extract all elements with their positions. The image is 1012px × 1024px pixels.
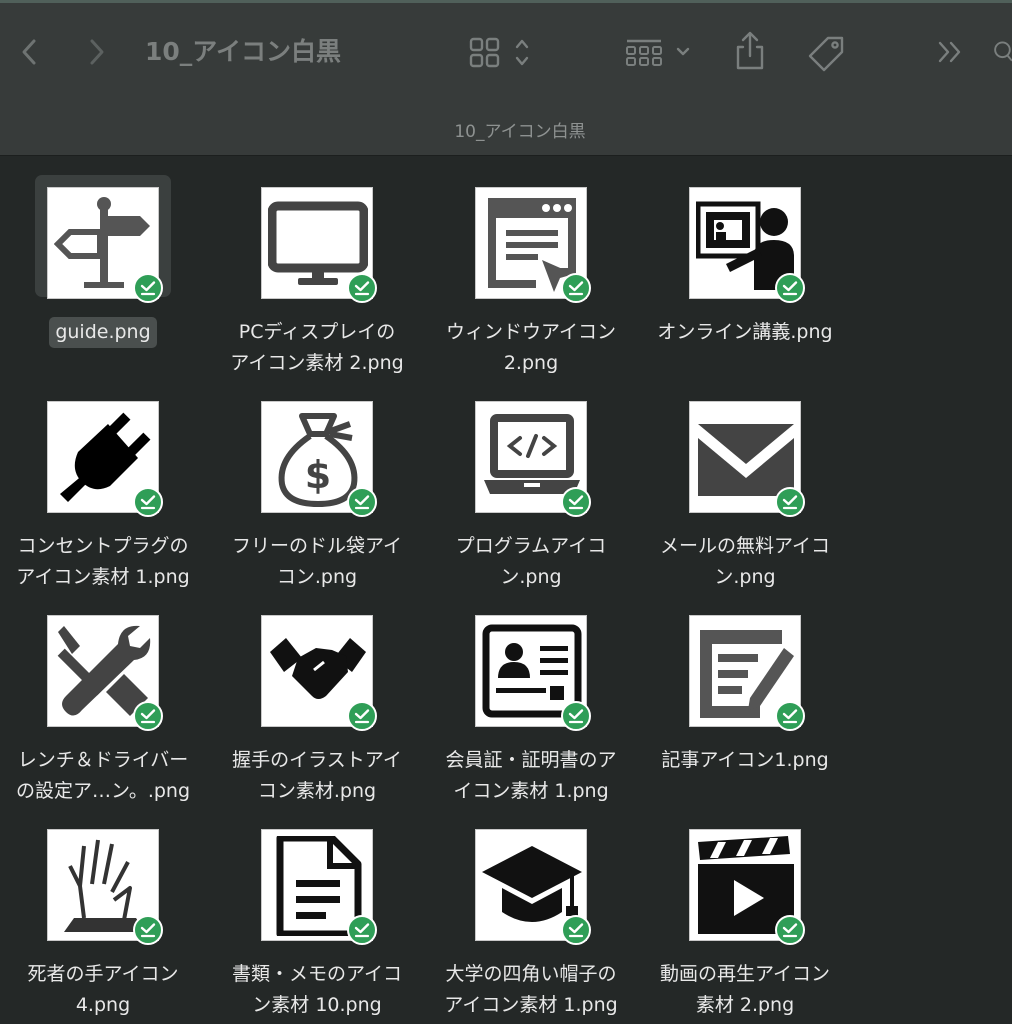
synced-badge-icon	[775, 487, 805, 517]
file-name: オンライン講義.png	[638, 317, 852, 348]
forward-button[interactable]	[82, 34, 112, 70]
file-name: 死者の手アイコン 4.png	[0, 959, 210, 1021]
file-grid: guide.png PCディスプレイの アイコン素材 2.png ウィンドウアイコン 2…	[0, 157, 1012, 1024]
file-name-line1: コンセントプラグの	[17, 535, 189, 557]
file-name: 動画の再生アイコン 素材 2.png	[638, 959, 852, 1021]
file-name-line2: 4.png	[75, 994, 131, 1016]
file-name-line1: 大学の四角い帽子の	[445, 963, 617, 985]
group-by-icon	[626, 39, 690, 66]
search-button[interactable]	[990, 34, 1012, 70]
file-name: 握手のイラストアイ コン素材.png	[210, 745, 424, 807]
file-item[interactable]: オンライン講義.png	[638, 157, 852, 371]
double-chevron-right-icon	[938, 41, 961, 63]
synced-badge-icon	[133, 487, 163, 517]
synced-badge-icon	[347, 273, 377, 303]
file-name: ウィンドウアイコン 2.png	[424, 317, 638, 379]
toolbar: 10_アイコン白黒 10_アイコン白黒	[0, 0, 1012, 156]
window-title: 10_アイコン白黒	[145, 37, 342, 66]
file-name-line2: ン素材 10.png	[252, 994, 382, 1016]
file-name-line1: メールの無料アイコ	[659, 535, 831, 557]
file-item[interactable]: 会員証・証明書のア イコン素材 1.png	[424, 585, 638, 802]
svg-text:$: $	[305, 453, 331, 497]
file-item[interactable]: 死者の手アイコン 4.png	[0, 799, 210, 1016]
path-title: 10_アイコン白黒	[454, 122, 586, 142]
file-name-line1: ウィンドウアイコン	[445, 321, 617, 343]
chevron-left-icon	[22, 39, 36, 65]
view-mode-button[interactable]	[466, 34, 538, 70]
file-name-line1: プログラムアイコ	[455, 535, 607, 557]
file-name-line2: 素材 2.png	[695, 994, 795, 1016]
synced-badge-icon	[133, 701, 163, 731]
file-name-line1: 握手のイラストアイ	[232, 749, 402, 771]
file-item[interactable]: 大学の四角い帽子の アイコン素材 1.png	[424, 799, 638, 1016]
file-item[interactable]: $ フリーのドル袋アイ コン.png	[210, 371, 424, 588]
file-item[interactable]: 握手のイラストアイ コン素材.png	[210, 585, 424, 802]
file-name-line2: アイコン素材 1.png	[444, 994, 618, 1016]
file-item[interactable]: コンセントプラグの アイコン素材 1.png	[0, 371, 210, 588]
file-name: 大学の四角い帽子の アイコン素材 1.png	[424, 959, 638, 1021]
file-name: 書類・メモのアイコ ン素材 10.png	[210, 959, 424, 1021]
file-name: メールの無料アイコ ン.png	[638, 531, 852, 593]
file-name-line1: 書類・メモのアイコ	[231, 963, 403, 985]
more-toolbar-button[interactable]	[934, 36, 968, 68]
synced-badge-icon	[561, 915, 591, 945]
file-item[interactable]: ウィンドウアイコン 2.png	[424, 157, 638, 374]
file-name-line1: PCディスプレイの	[238, 321, 396, 343]
synced-badge-icon	[775, 915, 805, 945]
synced-badge-icon	[775, 273, 805, 303]
synced-badge-icon	[561, 487, 591, 517]
file-item[interactable]: メールの無料アイコ ン.png	[638, 371, 852, 588]
synced-badge-icon	[347, 915, 377, 945]
synced-badge-icon	[133, 915, 163, 945]
file-name: 記事アイコン1.png	[638, 745, 852, 776]
synced-badge-icon	[561, 701, 591, 731]
synced-badge-icon	[347, 701, 377, 731]
file-name: レンチ＆ドライバー の設定ア…ン。.png	[0, 745, 210, 807]
file-name: PCディスプレイの アイコン素材 2.png	[210, 317, 424, 379]
grid-view-icon	[469, 37, 529, 68]
file-name-line1: 動画の再生アイコン	[659, 963, 831, 985]
file-name-line1: 死者の手アイコン	[27, 963, 179, 985]
file-name: プログラムアイコ ン.png	[424, 531, 638, 593]
file-name-line1: オンライン講義.png	[657, 321, 833, 343]
file-name: guide.png	[0, 317, 210, 348]
file-name-line1: フリーのドル袋アイ	[231, 535, 403, 557]
synced-badge-icon	[775, 701, 805, 731]
file-name: フリーのドル袋アイ コン.png	[210, 531, 424, 593]
share-button[interactable]	[730, 30, 770, 72]
file-item[interactable]: レンチ＆ドライバー の設定ア…ン。.png	[0, 585, 210, 802]
file-name: コンセントプラグの アイコン素材 1.png	[0, 531, 210, 593]
file-name-line1: レンチ＆ドライバー	[17, 749, 189, 771]
file-name-line1: 記事アイコン1.png	[661, 749, 829, 771]
file-name-line1: guide.png	[49, 317, 157, 348]
file-item[interactable]: 動画の再生アイコン 素材 2.png	[638, 799, 852, 1016]
file-item[interactable]: 書類・メモのアイコ ン素材 10.png	[210, 799, 424, 1016]
file-item[interactable]: プログラムアイコ ン.png	[424, 371, 638, 588]
tag-icon	[808, 36, 844, 72]
search-icon	[994, 41, 1012, 62]
synced-badge-icon	[561, 273, 591, 303]
file-name: 会員証・証明書のア イコン素材 1.png	[424, 745, 638, 807]
file-item[interactable]: 記事アイコン1.png	[638, 585, 852, 799]
share-icon	[736, 31, 764, 70]
back-button[interactable]	[14, 34, 44, 70]
synced-badge-icon	[133, 273, 163, 303]
group-by-button[interactable]	[620, 34, 696, 70]
window-top-edge	[0, 0, 1012, 3]
file-item[interactable]: guide.png	[0, 157, 210, 371]
synced-badge-icon	[347, 487, 377, 517]
file-item[interactable]: PCディスプレイの アイコン素材 2.png	[210, 157, 424, 374]
tag-button[interactable]	[804, 32, 848, 72]
chevron-right-icon	[90, 39, 104, 65]
file-name-line1: 会員証・証明書のア	[445, 749, 617, 771]
